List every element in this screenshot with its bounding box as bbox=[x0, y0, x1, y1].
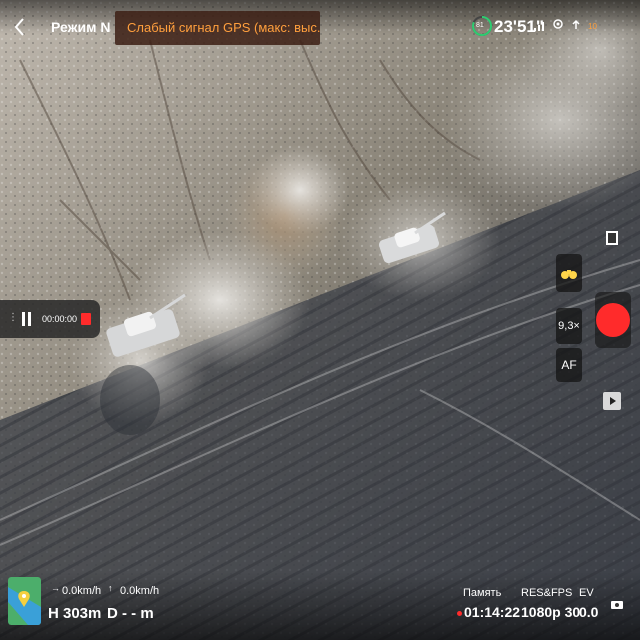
gps-icon bbox=[553, 19, 563, 29]
ev-value[interactable]: 0.0 bbox=[579, 604, 598, 620]
recording-time: 00:00:00 bbox=[42, 314, 78, 324]
status-icons: 10 bbox=[552, 18, 597, 31]
play-icon bbox=[610, 397, 616, 405]
distance-readout: D - - m bbox=[107, 605, 154, 622]
flight-mode-label[interactable]: Режим N bbox=[51, 19, 110, 35]
gps-warning-banner[interactable]: Слабый сигнал GPS (макс: выс... bbox=[115, 11, 320, 45]
record-button-icon[interactable] bbox=[595, 292, 631, 348]
drag-handle-icon[interactable]: ⋮ bbox=[8, 312, 18, 323]
binoculars-icon bbox=[561, 270, 577, 279]
pause-icon[interactable] bbox=[22, 312, 32, 326]
stop-recording-button[interactable] bbox=[81, 313, 91, 325]
memory-label: Память bbox=[463, 587, 502, 599]
horizontal-speed: 0.0km/h bbox=[62, 585, 102, 597]
horizontal-speed-icon: → bbox=[51, 583, 60, 593]
chevron-left-icon[interactable] bbox=[10, 16, 30, 38]
recording-indicator bbox=[457, 611, 462, 616]
zoom-level[interactable]: 9,3× bbox=[556, 308, 582, 344]
playback-button[interactable] bbox=[603, 392, 621, 410]
vertical-speed-icon: ↑ bbox=[108, 583, 113, 593]
recording-widget[interactable]: ⋮ 00:00:00 bbox=[0, 300, 100, 338]
res-fps-label: RES&FPS bbox=[521, 587, 573, 599]
satellite-count: 10 bbox=[588, 22, 597, 31]
autofocus-button[interactable]: AF bbox=[556, 348, 582, 382]
signal-icon bbox=[534, 22, 544, 31]
camera-settings-icon[interactable] bbox=[611, 599, 623, 609]
vertical-speed: 0.0km/h bbox=[120, 585, 160, 597]
res-fps-value[interactable]: 1080p 30 bbox=[521, 604, 580, 620]
antenna-icon bbox=[572, 19, 580, 29]
memory-value: 01:14:22 bbox=[464, 604, 521, 620]
film-icon[interactable] bbox=[605, 229, 619, 247]
ev-label: EV bbox=[579, 587, 594, 599]
zoom-value: 9,3× bbox=[558, 320, 580, 332]
binoculars-button[interactable] bbox=[556, 254, 582, 292]
height-readout: H 303m bbox=[48, 605, 102, 622]
map-thumbnail[interactable] bbox=[8, 577, 41, 625]
autofocus-label: AF bbox=[561, 358, 577, 372]
battery-percent: 81 bbox=[476, 22, 484, 29]
